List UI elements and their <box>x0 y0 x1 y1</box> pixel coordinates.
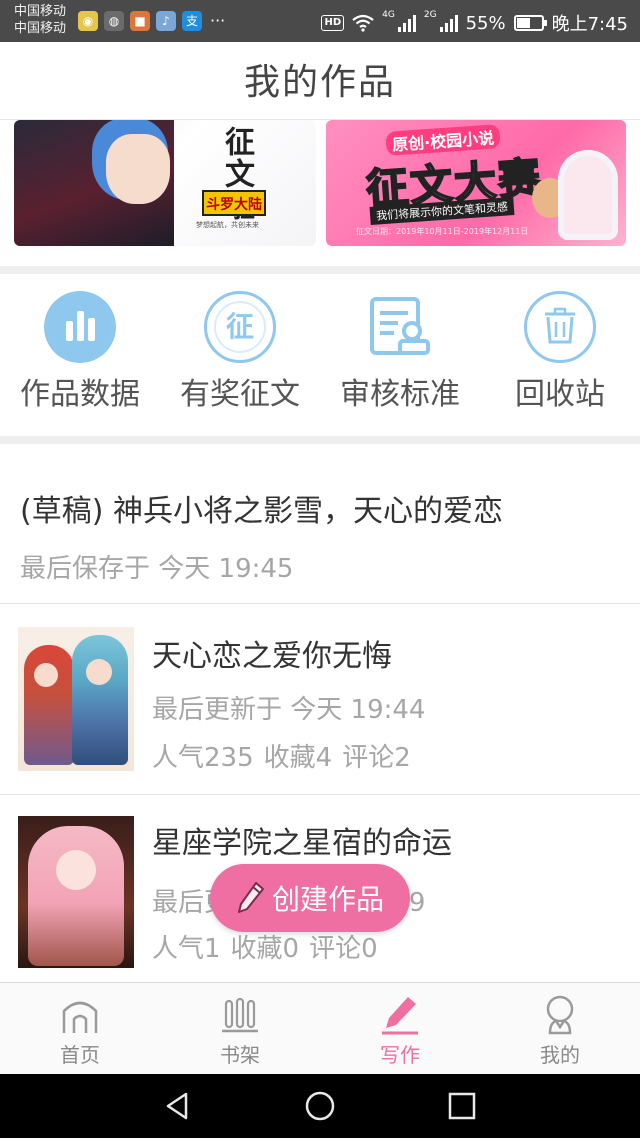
back-icon[interactable] <box>162 1090 194 1122</box>
bookshelf-icon <box>222 997 258 1033</box>
tab-mine[interactable]: 我的 <box>480 983 640 1074</box>
draft-item[interactable]: (草稿) 神兵小将之影雪，天心的爱恋 最后保存于 今天 19:45 <box>0 444 640 604</box>
recent-apps-icon[interactable] <box>446 1090 478 1122</box>
tab-write[interactable]: 写作 <box>320 983 480 1074</box>
banner-character <box>106 134 170 204</box>
bottom-tab-bar: 首页 书架 写作 我的 <box>0 982 640 1074</box>
status-indicators: HD 4G 2G 55% 晚上7:45 <box>321 10 628 36</box>
battery-level <box>516 18 530 28</box>
video-icon: ■ <box>130 11 150 31</box>
home-icon <box>62 1001 98 1033</box>
wifi-icon <box>352 14 374 32</box>
work-cover <box>18 816 134 968</box>
cover-face-left <box>34 663 58 687</box>
hd-badge: HD <box>321 15 345 31</box>
signal-icon <box>397 14 416 32</box>
cover-figure <box>28 826 124 966</box>
notification-icons: ◉ ◍ ■ ♪ 支 ··· <box>78 11 225 31</box>
battery-percent: 55% <box>465 12 506 34</box>
comments-count: 评论2 <box>342 743 411 773</box>
music-icon: ♪ <box>156 11 176 31</box>
clock: 晚上7:45 <box>551 14 628 35</box>
comments-count: 评论0 <box>309 934 378 964</box>
action-label: 作品数据 <box>20 377 140 412</box>
carrier-1: 中国移动 <box>14 4 67 19</box>
bar-chart-icon <box>44 291 116 363</box>
network-type-1: 4G <box>382 10 395 20</box>
contest-icon: 征 <box>204 291 276 363</box>
contest-banner-right[interactable]: 原创·校园小说 征文大赛 我们将展示你的文笔和灵感 征文日期：2019年10月1… <box>326 120 626 246</box>
battery-icon <box>513 15 547 31</box>
status-bar: 中国移动 中国移动 ◉ ◍ ■ ♪ 支 ··· HD 4G 2G 55% 晚上7… <box>0 0 640 42</box>
work-cover <box>18 627 134 771</box>
pencil-icon <box>237 882 264 913</box>
work-item[interactable]: 天心恋之爱你无悔 最后更新于 今天 19:44 人气235 收藏4 评论2 <box>0 605 640 795</box>
tab-home[interactable]: 首页 <box>0 983 160 1074</box>
cover-face <box>56 850 96 890</box>
home-button-icon[interactable] <box>304 1090 336 1122</box>
create-work-label: 创建作品 <box>271 883 384 916</box>
quick-actions: 作品数据 征 有奖征文 审核标准 回收站 <box>0 274 640 436</box>
draft-title: (草稿) 神兵小将之影雪，天心的爱恋 <box>20 494 503 529</box>
action-review-standard[interactable]: 审核标准 <box>320 274 480 436</box>
signal-icon <box>439 14 458 32</box>
more-notifications-icon: ··· <box>210 11 226 30</box>
work-title: 天心恋之爱你无悔 <box>152 639 392 674</box>
system-navigation-bar <box>0 1074 640 1138</box>
action-recycle-bin[interactable]: 回收站 <box>480 274 640 436</box>
action-label: 回收站 <box>515 377 605 412</box>
popularity-count: 人气235 <box>152 743 254 773</box>
carrier-2: 中国移动 <box>14 21 67 36</box>
tab-label: 书架 <box>220 1043 260 1067</box>
wechat-icon: ◉ <box>78 11 98 31</box>
draft-saved-time: 最后保存于 今天 19:45 <box>20 554 294 584</box>
work-title: 星座学院之星宿的命运 <box>152 826 452 861</box>
carrier-labels: 中国移动 中国移动 <box>14 3 66 37</box>
wechat-icon: ◍ <box>104 11 124 31</box>
banner-girl-illustration <box>558 150 618 240</box>
trash-icon <box>524 291 596 363</box>
popularity-count: 人气1 <box>152 934 221 964</box>
create-work-button[interactable]: 创建作品 <box>210 864 410 932</box>
contest-glyph: 征 <box>214 301 266 353</box>
section-divider <box>0 266 640 274</box>
tab-bookshelf[interactable]: 书架 <box>160 983 320 1074</box>
tab-label: 我的 <box>540 1043 580 1067</box>
favorites-count: 收藏4 <box>263 743 333 773</box>
work-updated-time: 最后更新于 今天 19:44 <box>152 695 426 725</box>
alipay-icon: 支 <box>182 11 202 31</box>
work-stats: 人气1 收藏0 评论0 <box>152 928 388 965</box>
work-stats: 人气235 收藏4 评论2 <box>152 737 421 774</box>
action-label: 有奖征文 <box>180 377 300 412</box>
write-icon <box>382 997 418 1035</box>
banner-carousel[interactable]: 征文啦 斗罗大陆 梦想起航，共创未来 原创·校园小说 征文大赛 我们将展示你的文… <box>0 120 640 266</box>
banner-subtitle: 梦想起航，共创未来 <box>196 221 259 229</box>
banner-tag: 斗罗大陆 <box>202 190 266 216</box>
cover-face-right <box>86 659 112 685</box>
favorites-count: 收藏0 <box>230 934 300 964</box>
page-title: 我的作品 <box>243 62 396 103</box>
title-bar: 我的作品 <box>0 42 640 120</box>
tab-label: 首页 <box>60 1043 100 1067</box>
cover-figure-right <box>72 635 128 765</box>
action-work-data[interactable]: 作品数据 <box>0 274 160 436</box>
tab-label: 写作 <box>380 1043 420 1067</box>
action-contest[interactable]: 征 有奖征文 <box>160 274 320 436</box>
contest-banner-left[interactable]: 征文啦 斗罗大陆 梦想起航，共创未来 <box>14 120 316 246</box>
action-label: 审核标准 <box>340 377 460 412</box>
section-divider <box>0 436 640 444</box>
banner-footnote: 征文日期：2019年10月11日-2019年12月11日 <box>356 227 529 236</box>
review-standard-icon <box>364 291 436 363</box>
network-type-2: 2G <box>423 10 437 20</box>
profile-icon <box>546 995 574 1035</box>
